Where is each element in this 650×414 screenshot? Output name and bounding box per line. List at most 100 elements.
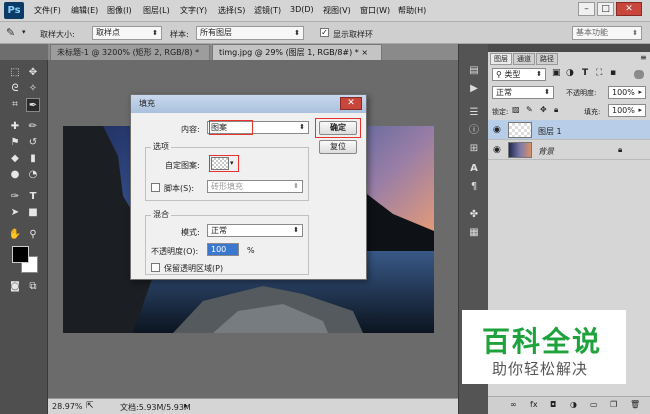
tab-channels[interactable]: 通道 bbox=[513, 53, 535, 65]
menu-image[interactable]: 图像(I) bbox=[107, 5, 132, 16]
menu-3d[interactable]: 3D(D) bbox=[290, 5, 314, 14]
tab-paths[interactable]: 路径 bbox=[536, 53, 558, 65]
minimize-button[interactable]: – bbox=[578, 2, 595, 16]
mode-select[interactable]: 正常 ⬍ bbox=[207, 224, 303, 237]
history-brush-icon[interactable]: ↺ bbox=[26, 136, 40, 150]
script-select[interactable]: 砖形填充 ⬍ bbox=[207, 180, 303, 193]
zoom-tool-icon[interactable]: ⚲ bbox=[26, 228, 40, 242]
filter-adjust-icon[interactable]: ◑ bbox=[566, 68, 574, 78]
lasso-tool-icon[interactable]: ᘓ bbox=[8, 82, 22, 96]
pen-tool-icon[interactable]: ✑ bbox=[8, 190, 22, 204]
blend-mode-select[interactable]: 正常 ⬍ bbox=[492, 86, 554, 99]
eyedropper-tool-icon[interactable]: ✎ bbox=[6, 26, 15, 39]
layer-comps-icon[interactable]: ⊞ bbox=[463, 142, 485, 156]
layer-filter-select[interactable]: ⚲ 类型 ⬍ bbox=[492, 68, 546, 81]
contents-label: 内容: bbox=[181, 125, 200, 134]
pattern-picker-chevron-icon[interactable]: ▾ bbox=[230, 159, 234, 167]
lock-position-icon[interactable]: ✥ bbox=[540, 105, 547, 114]
navigator-panel-icon[interactable]: ▦ bbox=[463, 226, 485, 240]
tool-preset-chevron-icon[interactable]: ▾ bbox=[22, 28, 26, 36]
visibility-eye-icon[interactable]: ◉ bbox=[493, 125, 501, 135]
swatches-panel-icon[interactable]: ✤ bbox=[463, 208, 485, 222]
menu-edit[interactable]: 编辑(E) bbox=[71, 5, 98, 16]
filter-type-icon[interactable]: T bbox=[582, 68, 588, 78]
dialog-opacity-input[interactable]: 100 bbox=[207, 243, 239, 256]
filter-pixel-icon[interactable]: ▣ bbox=[552, 68, 561, 78]
actions-play-icon[interactable]: ▶ bbox=[463, 82, 485, 96]
opacity-input[interactable]: 100% ▸ bbox=[608, 86, 646, 99]
menu-select[interactable]: 选择(S) bbox=[218, 5, 245, 16]
eraser-tool-icon[interactable]: ◆ bbox=[8, 152, 22, 166]
tab-untitled-doc[interactable]: 未标题-1 @ 3200% (矩形 2, RGB/8) * × bbox=[50, 44, 210, 72]
healing-brush-icon[interactable]: ✚ bbox=[8, 120, 22, 134]
menu-view[interactable]: 视图(V) bbox=[323, 5, 351, 16]
sample-size-select[interactable]: 取样点 ⬍ bbox=[92, 26, 162, 40]
tab-layers[interactable]: 图层 bbox=[490, 53, 512, 65]
menu-filter[interactable]: 滤镜(T) bbox=[254, 5, 281, 16]
filter-smart-icon[interactable]: ▪ bbox=[610, 68, 616, 78]
blur-tool-icon[interactable]: ● bbox=[8, 168, 22, 182]
quick-select-tool-icon[interactable]: ✧ bbox=[26, 82, 40, 96]
zoom-level[interactable]: 28.97% bbox=[52, 402, 83, 411]
link-layers-icon[interactable]: ∞ bbox=[510, 400, 517, 409]
adjust-panel-icon[interactable]: ☰ bbox=[463, 106, 485, 120]
quick-mask-icon[interactable]: ◙ bbox=[8, 280, 22, 294]
workspace-select[interactable]: 基本功能 ⬍ bbox=[572, 26, 642, 40]
sample-select[interactable]: 所有图层 ⬍ bbox=[196, 26, 304, 40]
dialog-close-button[interactable]: ✕ bbox=[340, 97, 362, 110]
brush-tool-icon[interactable]: ✏ bbox=[26, 120, 40, 134]
close-icon[interactable]: × bbox=[361, 48, 368, 57]
crop-tool-icon[interactable]: ⌗ bbox=[8, 98, 22, 112]
hand-tool-icon[interactable]: ✋ bbox=[8, 228, 22, 242]
layer-name[interactable]: 图层 1 bbox=[538, 126, 562, 137]
close-window-button[interactable]: ✕ bbox=[616, 2, 642, 16]
menu-window[interactable]: 窗口(W) bbox=[360, 5, 390, 16]
layer-row-layer1[interactable]: ◉ 图层 1 bbox=[488, 120, 650, 140]
dialog-title[interactable]: 填充 bbox=[131, 95, 366, 113]
reset-button[interactable]: 复位 bbox=[319, 140, 357, 154]
restore-button[interactable]: □ bbox=[597, 2, 614, 16]
filter-toggle[interactable] bbox=[634, 70, 644, 79]
eyedropper-tool-icon[interactable]: ✒ bbox=[26, 98, 40, 112]
foreground-color-swatch[interactable] bbox=[12, 246, 29, 263]
pattern-swatch[interactable] bbox=[211, 157, 229, 170]
clone-stamp-icon[interactable]: ⚑ bbox=[8, 136, 22, 150]
visibility-eye-icon[interactable]: ◉ bbox=[493, 145, 501, 155]
fill-input[interactable]: 100% ▸ bbox=[608, 104, 646, 117]
adjustment-layer-icon[interactable]: ◑ bbox=[570, 400, 577, 409]
new-group-icon[interactable]: ▭ bbox=[590, 400, 598, 409]
menu-file[interactable]: 文件(F) bbox=[34, 5, 61, 16]
character-panel-icon[interactable]: A bbox=[463, 162, 485, 176]
filter-shape-icon[interactable]: ⛶ bbox=[596, 68, 602, 78]
add-mask-icon[interactable]: ◘ bbox=[550, 400, 556, 409]
lock-transparent-icon[interactable]: ▨ bbox=[512, 105, 520, 114]
move-tool-icon[interactable]: ✥ bbox=[26, 66, 40, 80]
rectangle-tool-icon[interactable]: ■ bbox=[26, 206, 40, 220]
new-layer-icon[interactable]: ❐ bbox=[610, 400, 617, 409]
panel-menu-icon[interactable]: ≡ bbox=[640, 53, 647, 62]
history-panel-icon[interactable]: ▤ bbox=[463, 64, 485, 78]
lock-paint-icon[interactable]: ✎ bbox=[526, 105, 533, 114]
menu-type[interactable]: 文字(Y) bbox=[180, 5, 207, 16]
lock-all-icon[interactable]: 🔒︎ bbox=[554, 105, 558, 115]
paragraph-panel-icon[interactable]: ¶ bbox=[463, 180, 485, 194]
path-select-icon[interactable]: ➤ bbox=[8, 206, 22, 220]
screen-mode-icon[interactable]: ⧉ bbox=[26, 280, 40, 294]
script-checkbox[interactable] bbox=[151, 183, 160, 192]
marquee-tool-icon[interactable]: ⬚ bbox=[8, 66, 22, 80]
info-panel-icon[interactable]: ⓘ bbox=[463, 124, 485, 138]
menu-help[interactable]: 帮助(H) bbox=[398, 5, 426, 16]
layer-style-icon[interactable]: fx bbox=[530, 400, 538, 409]
type-tool-icon[interactable]: T bbox=[26, 190, 40, 204]
layer-name[interactable]: 背景 bbox=[538, 146, 554, 157]
show-ring-checkbox[interactable]: ✓ bbox=[320, 28, 329, 37]
layer-row-background[interactable]: ◉ 背景 🔒︎ bbox=[488, 140, 650, 160]
delete-layer-icon[interactable]: 🗑︎ bbox=[630, 400, 640, 409]
preserve-transparency-checkbox[interactable] bbox=[151, 263, 160, 272]
menu-layer[interactable]: 图层(L) bbox=[143, 5, 170, 16]
dodge-tool-icon[interactable]: ◔ bbox=[26, 168, 40, 182]
tab-timg-doc[interactable]: timg.jpg @ 29% (图层 1, RGB/8#) * × bbox=[212, 44, 382, 60]
gradient-tool-icon[interactable]: ▮ bbox=[26, 152, 40, 166]
export-icon[interactable]: ⇱ bbox=[86, 401, 94, 411]
chevron-right-icon[interactable]: ▸ bbox=[184, 401, 188, 410]
